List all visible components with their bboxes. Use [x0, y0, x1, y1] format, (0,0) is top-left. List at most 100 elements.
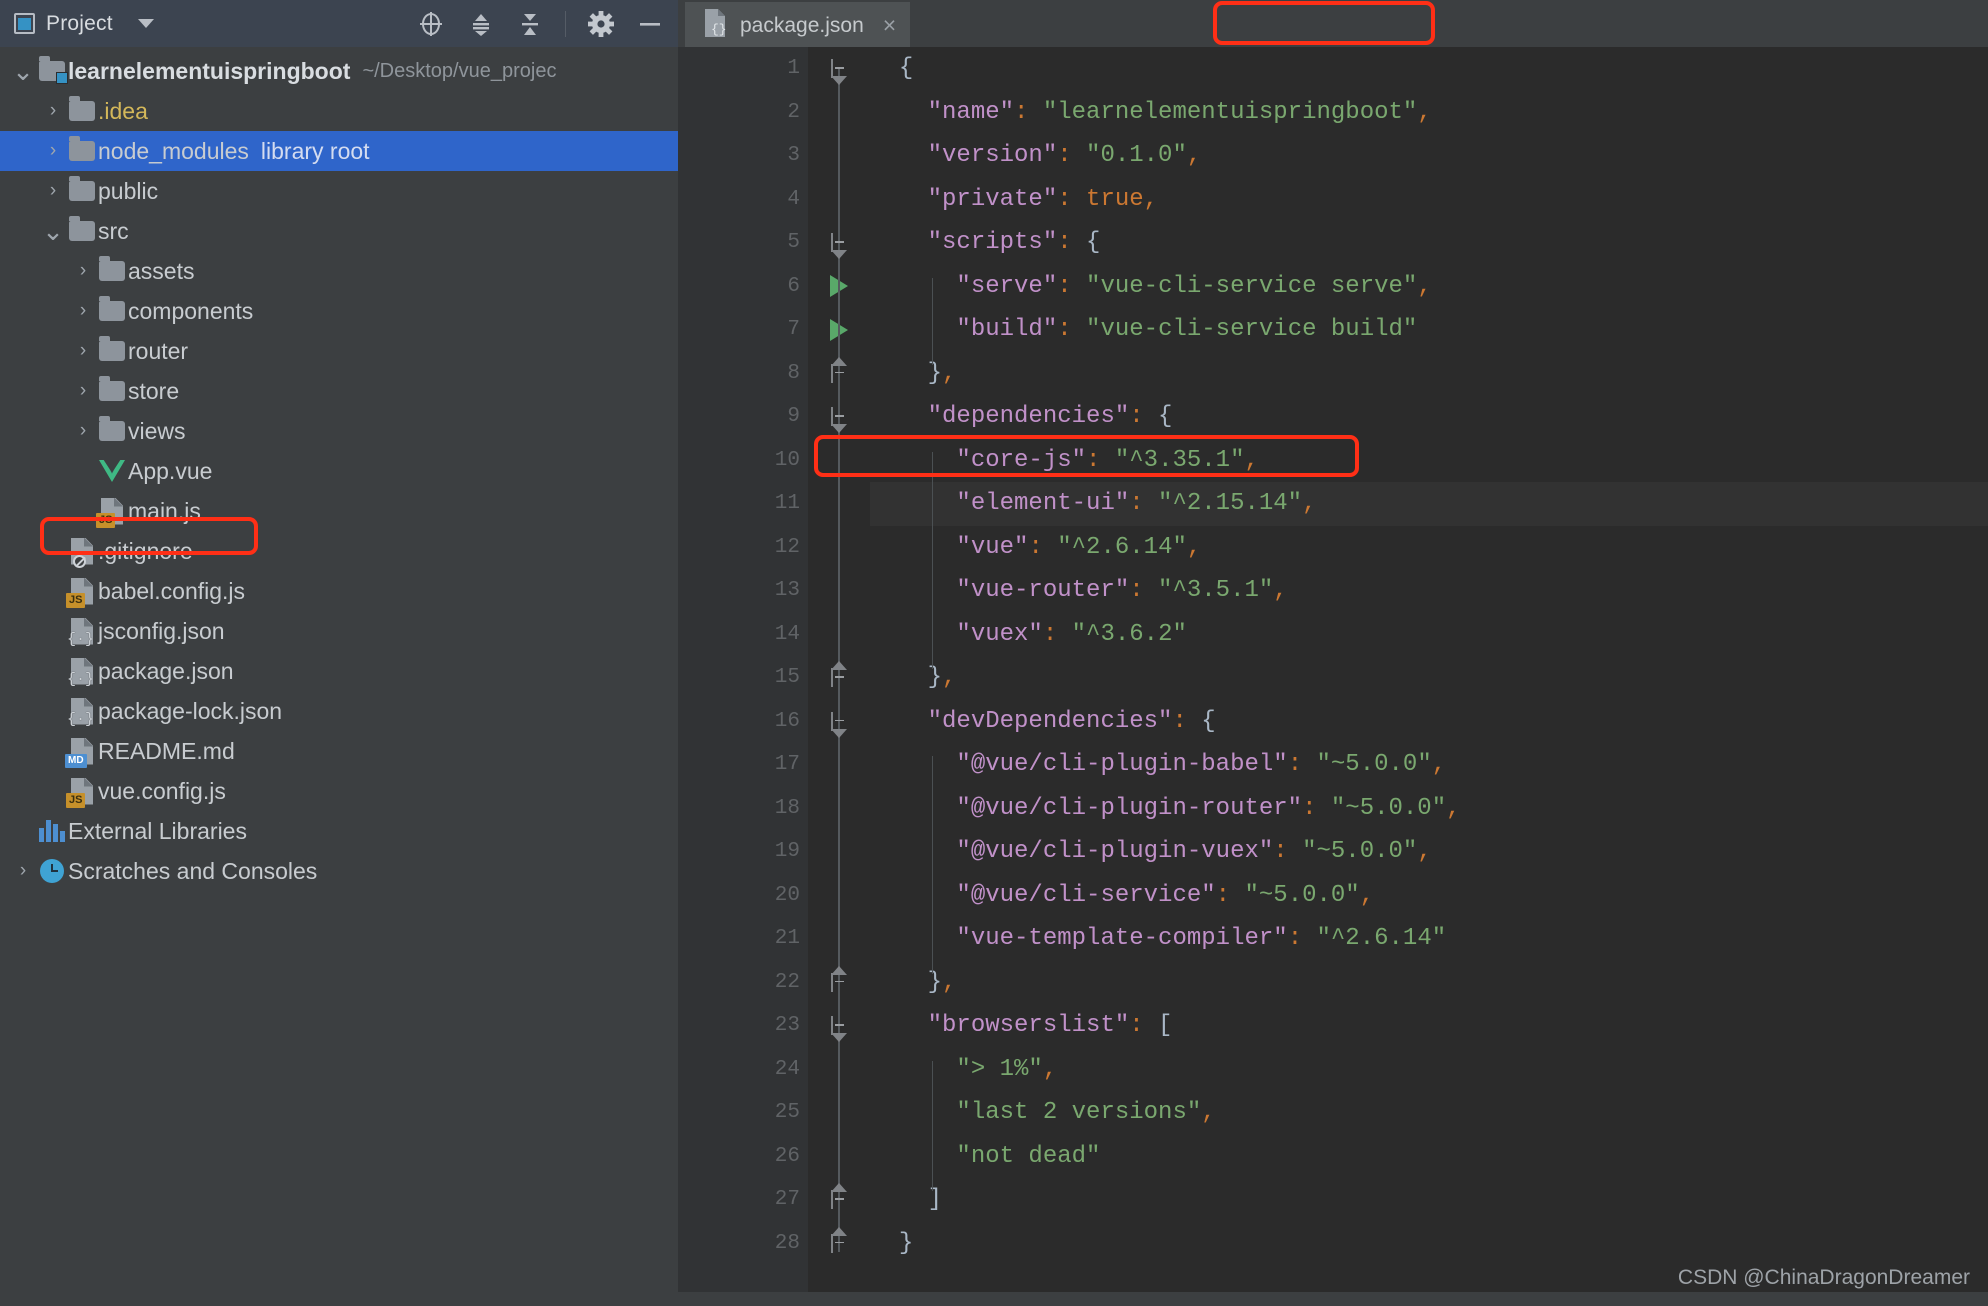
line-number: 7 — [787, 318, 800, 342]
code-line[interactable]: }, — [870, 961, 1988, 1005]
tree-row-vue-config-js[interactable]: JS vue.config.js — [0, 771, 678, 811]
tree-row-learnelementuispringboot[interactable]: ⌄ learnelementuispringboot ~/Desktop/vue_p… — [0, 51, 678, 91]
code-content[interactable]: { "name": "learnelementuispringboot", "v… — [870, 47, 1988, 1306]
line-number: 15 — [774, 666, 800, 690]
chevron-right-icon[interactable]: › — [70, 380, 96, 402]
code-line[interactable]: "private": true, — [870, 178, 1988, 222]
collapse-all-icon[interactable] — [516, 10, 544, 38]
tree-row-views[interactable]: › views — [0, 411, 678, 451]
project-tree[interactable]: ⌄ learnelementuispringboot ~/Desktop/vue_p… — [0, 47, 678, 1306]
code-token: "build" — [956, 316, 1058, 343]
tree-row-store[interactable]: › store — [0, 371, 678, 411]
fold-toggle-icon[interactable] — [830, 972, 833, 992]
project-tool-window-button[interactable]: Project — [14, 12, 154, 36]
code-line[interactable]: "devDependencies": { — [870, 700, 1988, 744]
code-token: : — [1215, 881, 1231, 909]
tree-row-gitignore[interactable]: .gitignore — [0, 531, 678, 571]
expand-all-icon[interactable] — [467, 10, 495, 38]
fold-toggle-icon[interactable] — [830, 363, 833, 383]
chevron-right-icon[interactable]: › — [70, 260, 96, 282]
chevron-down-icon[interactable]: ⌄ — [10, 58, 36, 84]
tree-row-label: Scratches and Consoles — [68, 857, 318, 884]
tree-row-external-libraries[interactable]: External Libraries — [0, 811, 678, 851]
chevron-right-icon[interactable]: › — [70, 300, 96, 322]
chevron-right-icon[interactable]: › — [10, 860, 36, 882]
code-line[interactable]: "@vue/cli-plugin-vuex": "~5.0.0", — [870, 830, 1988, 874]
close-icon[interactable]: × — [883, 14, 896, 37]
tree-row-app-vue[interactable]: App.vue — [0, 451, 678, 491]
code-line[interactable]: "element-ui": "^2.15.14", — [870, 482, 1988, 526]
tree-row-scratches-and-consoles[interactable]: › Scratches and Consoles — [0, 851, 678, 891]
chevron-right-icon[interactable]: › — [70, 420, 96, 442]
code-token: "~5.0.0" — [1302, 751, 1432, 778]
tree-row-jsconfig-json[interactable]: {·} jsconfig.json — [0, 611, 678, 651]
code-token: "^2.15.14" — [1143, 490, 1303, 517]
chevron-down-icon[interactable]: ⌄ — [40, 218, 66, 244]
code-line[interactable]: "vue": "^2.6.14", — [870, 526, 1988, 570]
code-line[interactable]: "@vue/cli-plugin-router": "~5.0.0", — [870, 787, 1988, 831]
code-line[interactable]: "dependencies": { — [870, 395, 1988, 439]
code-line[interactable]: ] — [870, 1178, 1988, 1222]
tree-row-main-js[interactable]: JS main.js — [0, 491, 678, 531]
fold-toggle-icon[interactable] — [830, 1190, 833, 1210]
code-line[interactable]: "scripts": { — [870, 221, 1988, 265]
code-line[interactable]: "version": "0.1.0", — [870, 134, 1988, 178]
code-editor[interactable]: 1 2 3 4 5 6 7 8 9 10 11 12 13 14 15 16 17 18 19 20 21 22 23 24 2… — [678, 47, 1988, 1306]
tree-row-router[interactable]: › router — [0, 331, 678, 371]
tree-row-babel-config-js[interactable]: JS babel.config.js — [0, 571, 678, 611]
fold-toggle-icon[interactable] — [830, 1233, 833, 1253]
editor-tab-package-json[interactable]: {} package.json × — [685, 2, 911, 47]
code-line[interactable]: }, — [870, 656, 1988, 700]
code-token: : — [1057, 229, 1072, 256]
code-token: , — [1431, 751, 1447, 778]
chevron-right-icon[interactable]: › — [40, 100, 66, 122]
code-line[interactable]: "vue-router": "^3.5.1", — [870, 569, 1988, 613]
tree-row-public[interactable]: › public — [0, 171, 678, 211]
tree-row-idea[interactable]: › .idea — [0, 91, 678, 131]
code-token: "element-ui" — [956, 490, 1130, 517]
gutter-marker-row[interactable] — [808, 1222, 870, 1266]
code-line[interactable]: "@vue/cli-service": "~5.0.0", — [870, 874, 1988, 918]
tree-row-node-modules[interactable]: › node_modules library root — [0, 131, 678, 171]
gutter-marker-row[interactable] — [808, 47, 870, 91]
code-line[interactable]: "build": "vue-cli-service build" — [870, 308, 1988, 352]
project-panel-toolbar — [416, 9, 668, 39]
line-number: 9 — [787, 405, 800, 429]
gear-icon[interactable] — [587, 10, 615, 38]
chevron-right-icon[interactable]: › — [40, 140, 66, 162]
line-number: 1 — [787, 57, 800, 81]
chevron-down-icon[interactable] — [137, 19, 154, 28]
tree-row-src[interactable]: ⌄ src — [0, 211, 678, 251]
code-line[interactable]: "vuex": "^3.6.2" — [870, 613, 1988, 657]
code-line[interactable]: "> 1%", — [870, 1048, 1988, 1092]
json-file-icon: {} — [703, 8, 729, 43]
code-line[interactable]: }, — [870, 352, 1988, 396]
line-number: 2 — [787, 100, 800, 124]
chevron-right-icon[interactable]: › — [70, 340, 96, 362]
code-line[interactable]: "vue-template-compiler": "^2.6.14" — [870, 917, 1988, 961]
tree-row-assets[interactable]: › assets — [0, 251, 678, 291]
fold-and-run-gutter[interactable] — [808, 47, 870, 1306]
code-token: : — [1129, 490, 1144, 517]
fold-toggle-icon[interactable] — [830, 668, 833, 688]
code-line[interactable]: "core-js": "^3.35.1", — [870, 439, 1988, 483]
code-line[interactable]: { — [870, 47, 1988, 91]
code-line[interactable]: "not dead" — [870, 1135, 1988, 1179]
chevron-right-icon[interactable]: › — [40, 180, 66, 202]
code-line[interactable]: } — [870, 1222, 1988, 1266]
tree-row-readme-md[interactable]: MD README.md — [0, 731, 678, 771]
folder-icon — [96, 416, 128, 441]
watermark: CSDN @ChinaDragonDreamer — [1677, 1266, 1970, 1289]
minimize-icon[interactable] — [636, 10, 664, 38]
json-file-icon: {·} — [66, 657, 98, 687]
tree-row-package-lock-json[interactable]: {·} package-lock.json — [0, 691, 678, 731]
code-line[interactable]: "@vue/cli-plugin-babel": "~5.0.0", — [870, 743, 1988, 787]
code-line[interactable]: "last 2 versions", — [870, 1091, 1988, 1135]
code-line[interactable]: "name": "learnelementuispringboot", — [870, 91, 1988, 135]
tree-row-package-json[interactable]: {·} package.json — [0, 651, 678, 691]
code-line[interactable]: "serve": "vue-cli-service serve", — [870, 265, 1988, 309]
tree-row-label: src — [98, 217, 129, 244]
locate-crosshair-icon[interactable] — [416, 9, 446, 39]
tree-row-components[interactable]: › components — [0, 291, 678, 331]
code-line[interactable]: "browserslist": [ — [870, 1004, 1988, 1048]
